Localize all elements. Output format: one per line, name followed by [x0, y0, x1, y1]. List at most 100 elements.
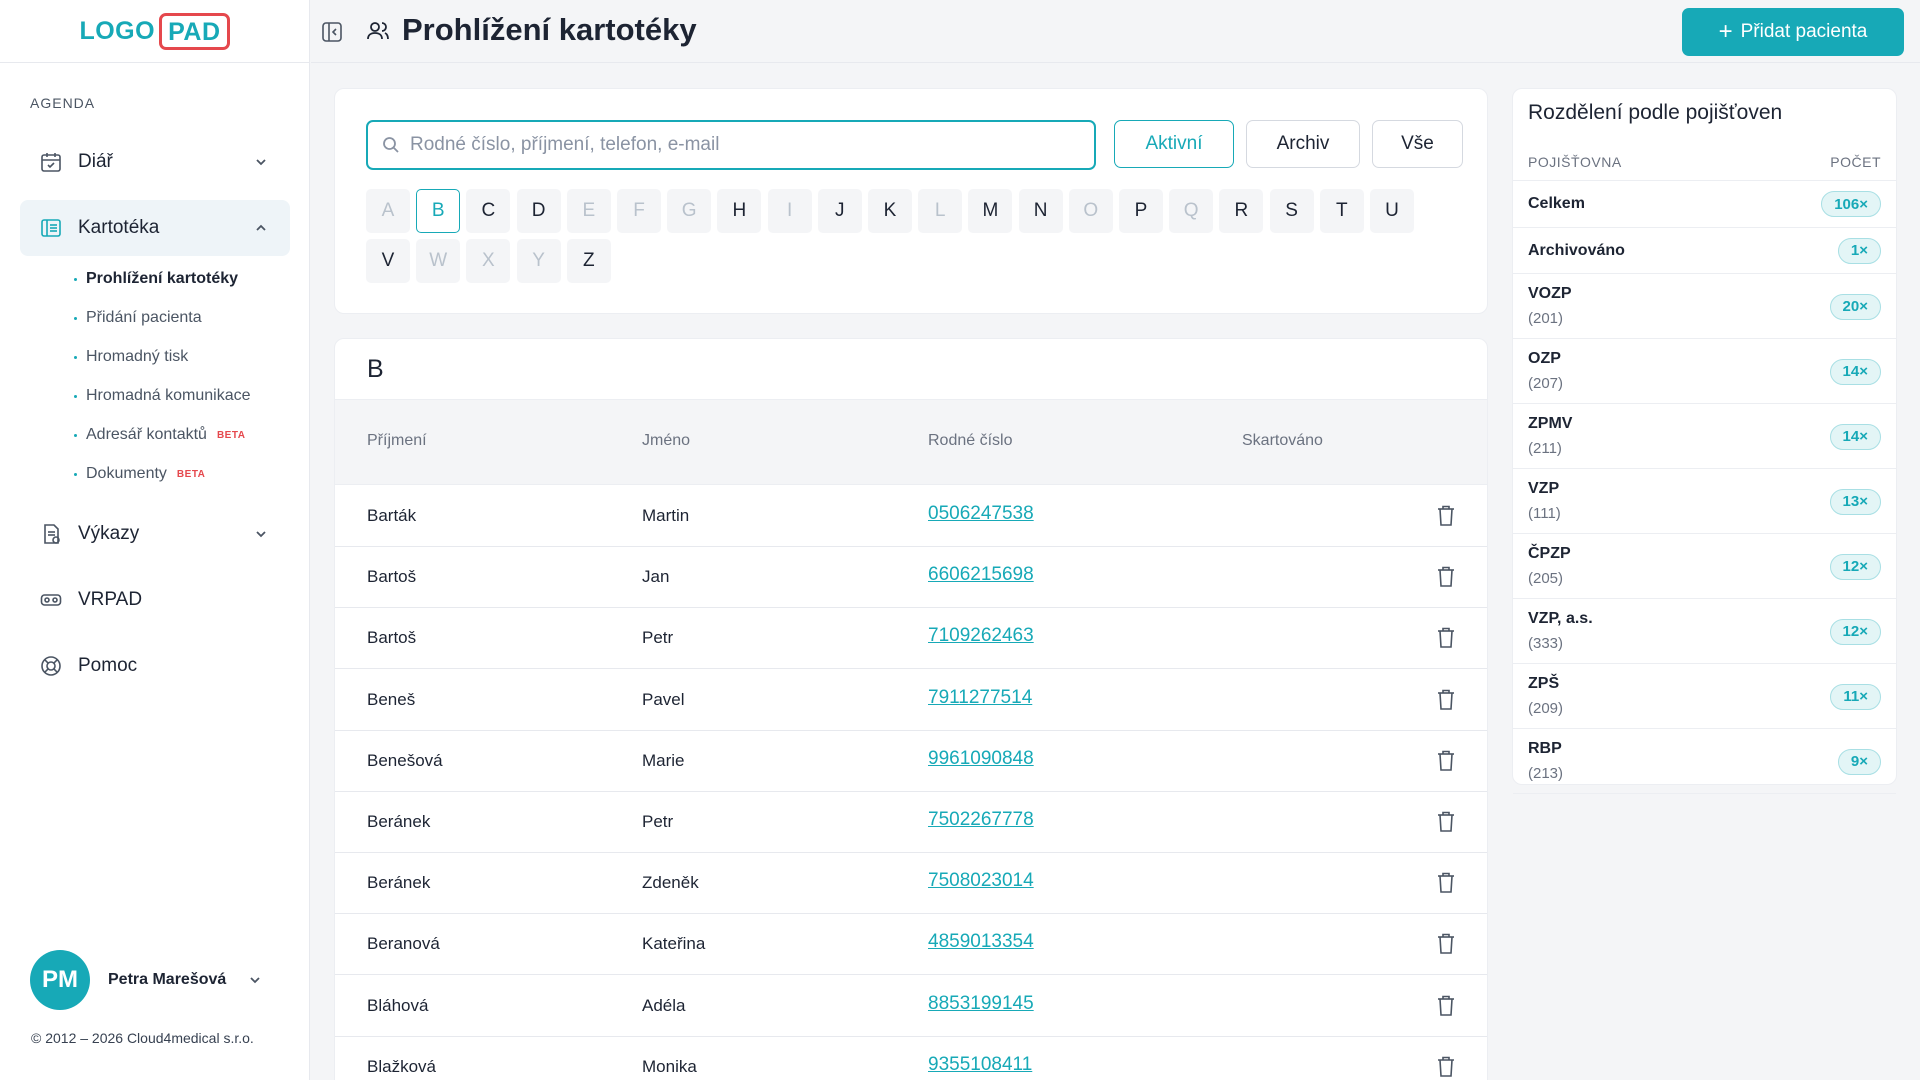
- birth-number-link[interactable]: 9355108411: [928, 1054, 1032, 1076]
- letter-n-button[interactable]: N: [1018, 189, 1063, 233]
- cell-first-name: Adéla: [642, 995, 686, 1015]
- table-row[interactable]: Beneš Pavel 7911277514: [335, 669, 1487, 731]
- count-badge: 14×: [1829, 423, 1881, 450]
- subnav-adresar[interactable]: Adresář kontaktů BETA: [74, 424, 245, 446]
- search-field[interactable]: [366, 120, 1096, 170]
- count-badge: 14×: [1829, 358, 1881, 385]
- letter-k-button[interactable]: K: [868, 189, 912, 233]
- letter-a-button: A: [366, 189, 410, 233]
- birth-number-link[interactable]: 6606215698: [928, 564, 1034, 586]
- birth-number-link[interactable]: 9961090848: [928, 748, 1034, 770]
- letter-e-button: E: [566, 189, 611, 233]
- page-title: Prohlížení kartotéky: [402, 12, 697, 47]
- letter-u-button[interactable]: U: [1370, 189, 1414, 233]
- column-header-shredded[interactable]: Skartováno: [1242, 432, 1323, 450]
- nav-item-pomoc[interactable]: Pomoc: [20, 638, 290, 694]
- trash-icon[interactable]: [1435, 565, 1457, 589]
- insurance-row: VZP (111) 13×: [1513, 469, 1896, 534]
- cell-surname: Beneš: [367, 689, 416, 709]
- letter-v-button[interactable]: V: [366, 239, 410, 283]
- trash-icon[interactable]: [1435, 932, 1457, 956]
- subnav-hromadny-tisk[interactable]: Hromadný tisk: [74, 346, 188, 368]
- letter-d-button[interactable]: D: [516, 189, 561, 233]
- letter-m-button[interactable]: M: [968, 189, 1013, 233]
- table-row[interactable]: Beránek Zdeněk 7508023014: [335, 853, 1487, 915]
- trash-icon[interactable]: [1435, 810, 1457, 834]
- user-menu[interactable]: PM Petra Marešová: [30, 950, 280, 1010]
- trash-icon[interactable]: [1435, 626, 1457, 650]
- filter-archive-button[interactable]: Archiv: [1246, 120, 1360, 168]
- table-row[interactable]: Beránek Petr 7502267778: [335, 792, 1487, 853]
- table-row[interactable]: Benešová Marie 9961090848: [335, 730, 1487, 792]
- letter-j-button[interactable]: J: [817, 189, 862, 233]
- birth-number-link[interactable]: 0506247538: [928, 503, 1034, 525]
- logo[interactable]: LOGO PAD: [79, 12, 230, 50]
- letter-h-button[interactable]: H: [717, 189, 762, 233]
- letter-i-button: I: [767, 189, 812, 233]
- column-header-surname[interactable]: Příjmení: [367, 432, 427, 450]
- nav-item-kartoteka[interactable]: Kartotéka: [20, 200, 290, 256]
- birth-number-link[interactable]: 7508023014: [928, 870, 1034, 892]
- column-header-first-name[interactable]: Jméno: [642, 432, 690, 450]
- subnav-label: Dokumenty: [86, 465, 167, 482]
- table-header: Příjmení Jméno Rodné číslo Skartováno: [335, 399, 1487, 485]
- birth-number-link[interactable]: 7502267778: [928, 809, 1034, 831]
- table-row[interactable]: Bartoš Jan 6606215698: [335, 547, 1487, 609]
- letter-p-button[interactable]: P: [1119, 189, 1163, 233]
- column-header-birth-number[interactable]: Rodné číslo: [928, 432, 1013, 450]
- nav-label: VRPAD: [78, 589, 143, 610]
- insurance-row: Celkem 106×: [1513, 181, 1896, 228]
- subnav-hromadna-komunikace[interactable]: Hromadná komunikace: [74, 385, 251, 407]
- copyright: © 2012 – 2026 Cloud4medical s.r.o.: [31, 1030, 254, 1046]
- nav-item-vykazy[interactable]: Výkazy: [20, 506, 290, 562]
- table-row[interactable]: Blažková Monika 9355108411: [335, 1036, 1487, 1080]
- birth-number-link[interactable]: 7911277514: [928, 687, 1032, 709]
- trash-icon[interactable]: [1435, 688, 1457, 712]
- count-badge: 13×: [1829, 488, 1881, 515]
- insurance-card: Rozdělení podle pojišťoven POJIŠŤOVNA PO…: [1512, 88, 1897, 794]
- birth-number-link[interactable]: 4859013354: [928, 931, 1034, 953]
- letter-l-button: L: [918, 189, 963, 233]
- insurance-code: (207): [1528, 375, 1564, 392]
- table-row[interactable]: Beranová Kateřina 4859013354: [335, 914, 1487, 976]
- letter-r-button[interactable]: R: [1219, 189, 1264, 233]
- add-patient-button[interactable]: + Přidat pacienta: [1682, 8, 1904, 56]
- subnav-prohlizeni[interactable]: Prohlížení kartotéky: [74, 268, 238, 290]
- insurance-code: (213): [1528, 765, 1564, 782]
- subnav-pridani[interactable]: Přidání pacienta: [74, 307, 202, 329]
- cell-surname: Bartoš: [367, 567, 417, 587]
- letter-f-button: F: [617, 189, 661, 233]
- sidebar-collapse-icon[interactable]: [321, 21, 343, 43]
- trash-icon[interactable]: [1435, 1055, 1457, 1079]
- trash-icon[interactable]: [1435, 871, 1457, 895]
- trash-icon[interactable]: [1435, 749, 1457, 773]
- table-row[interactable]: Barták Martin 0506247538: [335, 486, 1487, 547]
- cell-first-name: Petr: [642, 628, 674, 648]
- search-input[interactable]: [410, 134, 1070, 156]
- logo-text-right: PAD: [159, 12, 230, 50]
- trash-icon[interactable]: [1435, 994, 1457, 1018]
- insurance-name: VOZP: [1528, 285, 1572, 302]
- birth-number-link[interactable]: 7109262463: [928, 625, 1034, 647]
- subnav-dokumenty[interactable]: Dokumenty BETA: [74, 463, 205, 485]
- add-patient-label: Přidat pacienta: [1740, 21, 1868, 42]
- topbar: Prohlížení kartotéky + Přidat pacienta: [311, 0, 1920, 63]
- plus-icon: +: [1718, 18, 1733, 45]
- avatar: PM: [30, 950, 90, 1010]
- table-row[interactable]: Bláhová Adéla 8853199145: [335, 975, 1487, 1037]
- letter-c-button[interactable]: C: [466, 189, 511, 233]
- chevron-down-icon: [250, 977, 260, 984]
- subnav-label: Hromadná komunikace: [86, 387, 251, 404]
- filter-all-button[interactable]: Vše: [1372, 120, 1463, 168]
- trash-icon[interactable]: [1435, 504, 1457, 528]
- nav-item-diar[interactable]: Diář: [20, 134, 290, 190]
- birth-number-link[interactable]: 8853199145: [928, 993, 1034, 1015]
- letter-z-button[interactable]: Z: [566, 239, 611, 283]
- nav-item-vrpad[interactable]: VRPAD: [20, 572, 290, 628]
- group-letter: B: [367, 355, 384, 383]
- letter-s-button[interactable]: S: [1269, 189, 1314, 233]
- letter-b-button[interactable]: B: [416, 189, 461, 233]
- filter-active-button[interactable]: Aktivní: [1114, 120, 1234, 168]
- table-row[interactable]: Bartoš Petr 7109262463: [335, 608, 1487, 670]
- letter-t-button[interactable]: T: [1319, 189, 1364, 233]
